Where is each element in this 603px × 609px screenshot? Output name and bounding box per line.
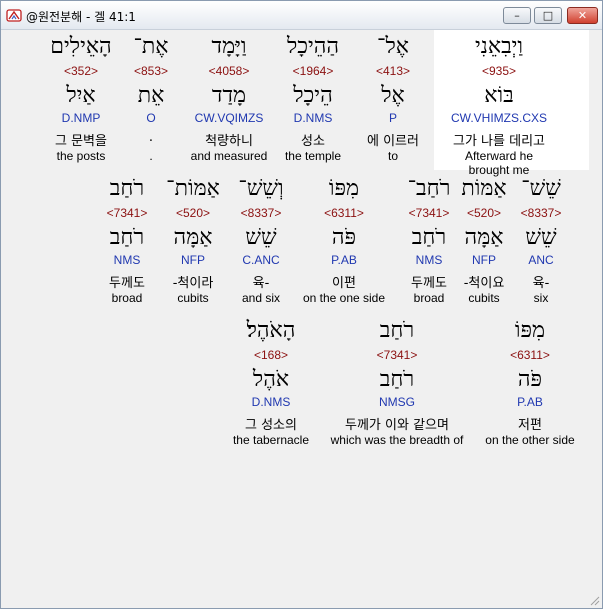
lexical-form: אַיִל bbox=[66, 83, 96, 108]
parsing-code: D.NMS bbox=[251, 395, 291, 409]
lexical-form: בּוֹא bbox=[484, 83, 514, 108]
english-gloss: Afterward he brought me bbox=[464, 149, 534, 177]
strong-number[interactable]: <935> bbox=[444, 64, 554, 78]
korean-gloss: 그 문벽을 bbox=[55, 134, 107, 149]
hebrew-word: מִפּוֹ bbox=[514, 318, 546, 343]
interlinear-view: וַיְבִאֵנִי <935> בּוֹא CW.VHIMZS.CXS 그가… bbox=[2, 30, 600, 606]
maximize-button[interactable]: □ bbox=[534, 7, 562, 24]
lexical-form: רֹחַב bbox=[379, 367, 415, 392]
hebrew-word: רֹחַב bbox=[109, 176, 145, 201]
lexical-form: פֹּה bbox=[517, 367, 543, 392]
close-button[interactable]: ✕ bbox=[567, 7, 598, 24]
korean-gloss: 그가 나를 데리고 bbox=[453, 134, 545, 149]
lexical-form: אֹהֶל bbox=[252, 367, 290, 392]
english-gloss: on the other side bbox=[485, 433, 575, 447]
minimize-button[interactable]: – bbox=[503, 7, 531, 24]
parsing-code: D.NMP bbox=[61, 111, 101, 125]
window-title: @원전분해 - 겔 41:1 bbox=[26, 10, 136, 24]
hebrew-word: הָאֵילִים bbox=[50, 34, 112, 59]
strong-number[interactable]: <168> bbox=[216, 348, 326, 362]
lexical-form: רֹחַב bbox=[109, 225, 145, 250]
bible-app-icon bbox=[6, 9, 22, 22]
strong-number[interactable]: <6311> bbox=[475, 348, 585, 362]
title-bar[interactable]: @원전분해 - 겔 41:1 – □ ✕ bbox=[1, 1, 602, 30]
english-gloss: which was the breadth of bbox=[330, 433, 464, 447]
parsing-code: NMSG bbox=[379, 395, 415, 409]
minimize-icon: – bbox=[514, 9, 520, 22]
hebrew-word: רֹחַב bbox=[379, 318, 415, 343]
hebrew-word: הָאֹהֶל׃ bbox=[246, 318, 296, 343]
korean-gloss: 그 성소의 bbox=[245, 418, 297, 433]
app-window: @원전분해 - 겔 41:1 – □ ✕ וַיְבִאֵנִי <935> ב… bbox=[0, 0, 603, 609]
strong-number[interactable]: <352> bbox=[26, 64, 136, 78]
maximize-icon: □ bbox=[542, 9, 554, 22]
english-gloss: the tabernacle bbox=[232, 433, 310, 447]
hebrew-word: וַיְבִאֵנִי bbox=[474, 34, 524, 59]
korean-gloss: 두께가 이와 같으며 bbox=[345, 418, 449, 433]
close-icon: ✕ bbox=[577, 9, 588, 22]
parsing-code: NMS bbox=[113, 253, 141, 267]
strong-number[interactable]: <7341> bbox=[72, 206, 182, 220]
parsing-code: CW.VHIMZS.CXS bbox=[450, 111, 547, 125]
korean-gloss: 두께도 bbox=[109, 276, 145, 291]
strong-number[interactable]: <7341> bbox=[320, 348, 474, 362]
english-gloss: the posts bbox=[56, 149, 106, 163]
korean-gloss: 저편 bbox=[518, 418, 542, 433]
resize-grip-icon[interactable] bbox=[588, 594, 600, 606]
english-gloss: broad bbox=[111, 291, 143, 305]
parsing-code: P.AB bbox=[517, 395, 543, 409]
